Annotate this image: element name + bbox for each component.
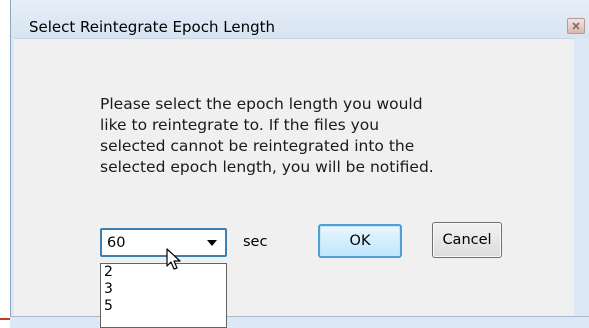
instruction-text: Please select the epoch length you would… — [100, 95, 434, 176]
option-item[interactable]: 2 — [101, 264, 226, 281]
epoch-unit-label: sec — [243, 234, 268, 250]
chevron-down-icon[interactable] — [207, 240, 217, 246]
option-item[interactable]: 3 — [101, 281, 226, 298]
epoch-length-options-list[interactable]: 2 3 5 — [100, 263, 227, 328]
background-edge — [0, 318, 10, 320]
ok-button[interactable]: OK — [318, 224, 402, 258]
epoch-length-select[interactable]: 60 — [100, 228, 227, 257]
close-button[interactable] — [567, 18, 585, 34]
epoch-length-selected-value: 60 — [107, 235, 126, 251]
option-item[interactable]: 5 — [101, 298, 226, 315]
screen: Select Reintegrate Epoch Length Please s… — [0, 0, 589, 328]
window-title: Select Reintegrate Epoch Length — [29, 18, 275, 36]
window-bottom-border — [10, 316, 589, 328]
title-bar[interactable]: Select Reintegrate Epoch Length — [11, 0, 589, 38]
close-icon — [572, 22, 580, 30]
ok-button-label: OK — [349, 233, 371, 249]
cancel-button-label: Cancel — [442, 232, 492, 248]
pointer-cursor-icon — [166, 248, 181, 270]
cancel-button[interactable]: Cancel — [432, 222, 502, 258]
